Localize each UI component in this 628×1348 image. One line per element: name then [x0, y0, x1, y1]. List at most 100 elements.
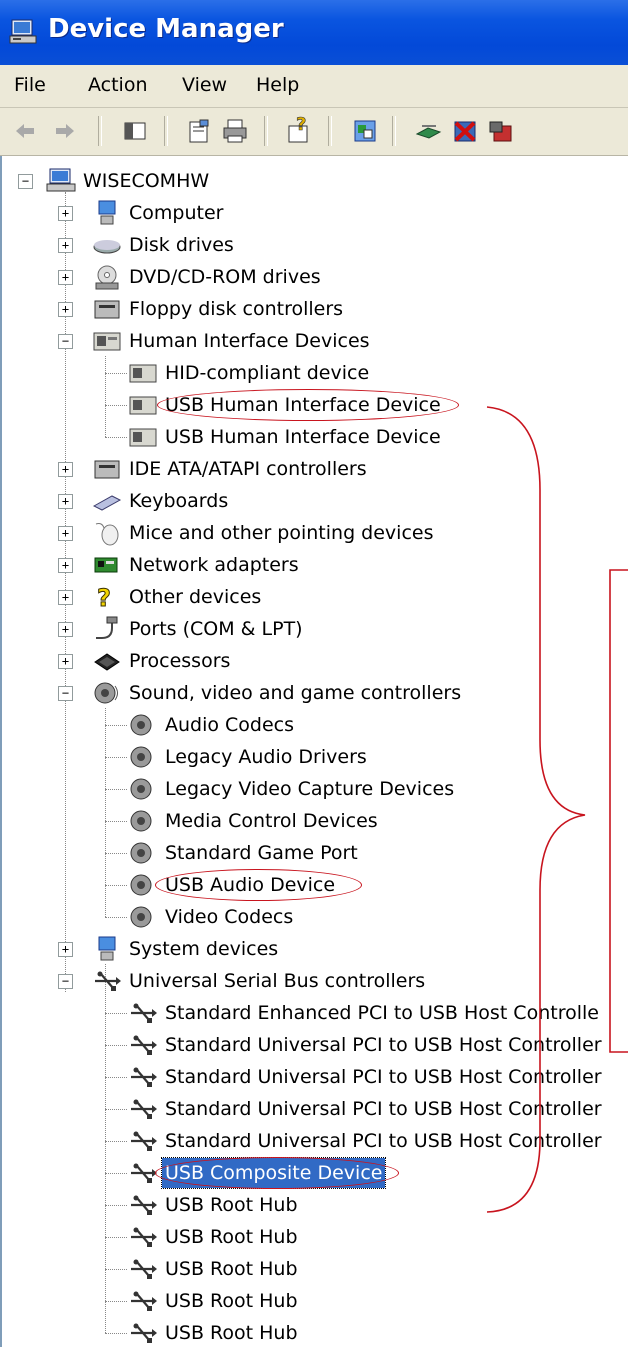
tree-connector [105, 853, 127, 854]
tree-connector [105, 373, 127, 374]
device-label: Video Codecs [165, 906, 294, 928]
tree-connector [105, 356, 106, 437]
tree-connector [105, 1269, 127, 1270]
speaker-icon [130, 714, 152, 736]
processor-icon [94, 653, 120, 671]
device-tree[interactable]: − WISECOMHW + Computer + Disk drives + D… [0, 156, 628, 1347]
print-icon[interactable] [220, 116, 250, 146]
category-label: Floppy disk controllers [129, 298, 344, 320]
tree-connector [105, 1013, 127, 1014]
port-icon [96, 616, 118, 639]
menu-file[interactable]: File [14, 74, 46, 96]
tree-connector [105, 1205, 127, 1206]
category-label: IDE ATA/ATAPI controllers [129, 458, 367, 480]
tree-connector [105, 821, 127, 822]
usb-icon [131, 1291, 157, 1311]
update-driver-icon[interactable] [350, 116, 380, 146]
device-label: USB Root Hub [165, 1322, 298, 1344]
expand-button[interactable]: + [58, 302, 73, 317]
device-label: Standard Game Port [165, 842, 358, 864]
menu-help[interactable]: Help [256, 74, 299, 96]
category-label: Processors [129, 650, 231, 672]
mouse-icon [95, 523, 119, 546]
category-label: Universal Serial Bus controllers [129, 970, 426, 992]
scan-hardware-icon[interactable] [414, 116, 444, 146]
usb-icon [131, 1003, 157, 1023]
ide-controller-icon [94, 460, 120, 479]
system-device-icon [98, 936, 116, 961]
menu-view[interactable]: View [182, 74, 227, 96]
device-label: Standard Universal PCI to USB Host Contr… [165, 1034, 602, 1056]
usb-icon [131, 1099, 157, 1119]
device-label: Standard Enhanced PCI to USB Host Contro… [165, 1002, 599, 1024]
category-label: Human Interface Devices [129, 330, 370, 352]
toolbar-separator [98, 116, 102, 146]
menu-action[interactable]: Action [88, 74, 148, 96]
expand-button[interactable]: + [58, 590, 73, 605]
expand-button[interactable]: + [58, 558, 73, 573]
category-label: Ports (COM & LPT) [129, 618, 303, 640]
expand-button[interactable]: + [58, 654, 73, 669]
device-label: USB Composite Device [160, 1157, 387, 1189]
device-label: USB Root Hub [165, 1194, 298, 1216]
device-label: USB Human Interface Device [165, 426, 441, 448]
category-label: Computer [129, 202, 224, 224]
uninstall-device-icon[interactable] [486, 116, 516, 146]
expand-button[interactable]: + [58, 622, 73, 637]
device-label: USB Root Hub [165, 1258, 298, 1280]
category-label: DVD/CD-ROM drives [129, 266, 321, 288]
svg-text:?: ? [97, 584, 111, 610]
usb-icon [131, 1131, 157, 1151]
collapse-root-button[interactable]: − [18, 174, 33, 189]
usb-icon [131, 1067, 157, 1087]
expand-button[interactable]: + [58, 526, 73, 541]
usb-icon [131, 1163, 157, 1183]
device-label: USB Human Interface Device [165, 394, 441, 416]
usb-icon [131, 1259, 157, 1279]
category-label: Keyboards [129, 490, 229, 512]
speaker-icon [94, 682, 118, 704]
device-label: Media Control Devices [165, 810, 378, 832]
toolbar-separator [392, 116, 396, 146]
tree-connector [105, 1301, 127, 1302]
computer-icon [98, 200, 116, 225]
tree-connector [105, 1237, 127, 1238]
device-label: Legacy Video Capture Devices [165, 778, 455, 800]
expand-button[interactable]: + [58, 206, 73, 221]
unknown-device-icon: ? [97, 584, 112, 610]
device-label: USB Root Hub [165, 1226, 298, 1248]
show-hide-tree-icon[interactable] [120, 116, 150, 146]
disable-device-icon[interactable] [450, 116, 480, 146]
category-label: Other devices [129, 586, 262, 608]
usb-icon [131, 1227, 157, 1247]
properties-icon[interactable] [184, 116, 214, 146]
forward-arrow-icon[interactable] [50, 116, 80, 146]
floppy-controller-icon [94, 300, 120, 319]
usb-icon [95, 971, 121, 991]
collapse-button[interactable]: − [58, 974, 73, 989]
collapse-button[interactable]: − [58, 334, 73, 349]
device-label: Legacy Audio Drivers [165, 746, 367, 768]
collapse-button[interactable]: − [58, 686, 73, 701]
usb-icon [131, 1323, 157, 1343]
expand-button[interactable]: + [58, 238, 73, 253]
tree-connector [105, 405, 127, 406]
expand-button[interactable]: + [58, 462, 73, 477]
expand-button[interactable]: + [58, 270, 73, 285]
speaker-icon [130, 778, 152, 800]
keyboard-icon [92, 495, 122, 511]
tree-connector [105, 1109, 127, 1110]
menu-bar: File Action View Help [0, 65, 628, 108]
hid-icon [129, 428, 157, 447]
toolbar-separator [328, 116, 332, 146]
help-icon[interactable]: ? [284, 116, 314, 146]
category-label: Network adapters [129, 554, 299, 576]
hid-icon [93, 332, 121, 351]
tree-connector [105, 725, 127, 726]
expand-button[interactable]: + [58, 942, 73, 957]
tree-connector [105, 789, 127, 790]
back-arrow-icon[interactable] [10, 116, 40, 146]
expand-button[interactable]: + [58, 494, 73, 509]
speaker-icon [130, 810, 152, 832]
speaker-icon [130, 746, 152, 768]
